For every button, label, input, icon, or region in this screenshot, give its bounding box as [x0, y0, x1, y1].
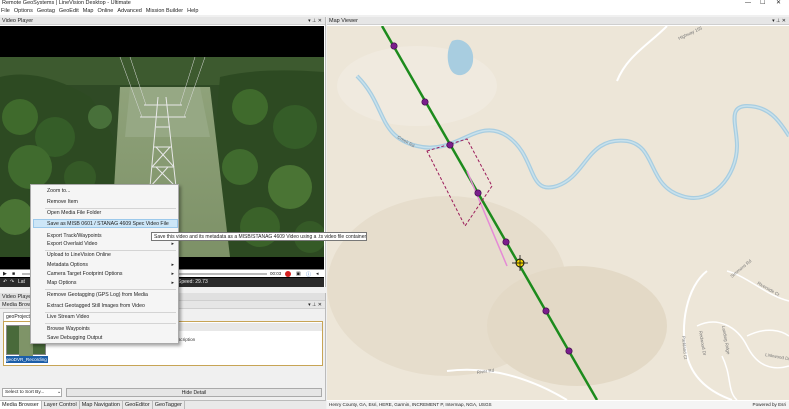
context-menu: Zoom to... Remove Item Open Media File F…	[30, 184, 179, 344]
menu-bar: File Options Geotag GeoEdit Map Online A…	[0, 7, 789, 15]
minimize-button[interactable]: —	[745, 0, 751, 7]
menu-item-remove-item[interactable]: Remove Item	[47, 199, 78, 205]
volume-icon[interactable]: ◂	[316, 271, 319, 277]
waypoint-icon[interactable]	[421, 98, 429, 106]
submenu-arrow-icon: ▸	[171, 262, 174, 268]
speed-readout: Speed: 29.73	[178, 279, 208, 285]
video-panel-header: Video Player ▾ ⊥ ✕	[0, 17, 325, 25]
video-time: 00:03	[270, 271, 282, 276]
menu-item-zoom-to[interactable]: Zoom to...	[47, 188, 70, 194]
map-attribution-bar: Henry County, GA, Esri, HERE, Garmin, IN…	[327, 401, 789, 409]
tooltip: Save this video and its metadata as a MI…	[151, 232, 367, 241]
hide-detail-button[interactable]: Hide Detail	[66, 388, 322, 397]
menu-map[interactable]: Map	[83, 7, 94, 15]
chevron-down-icon[interactable]: ⌄	[57, 389, 61, 395]
menu-item-export-overlaid[interactable]: Export Overlaid Video	[47, 241, 97, 247]
video-panel-title: Video Player	[2, 18, 34, 24]
menu-item-upload[interactable]: Upload to LineVision Online	[47, 252, 111, 258]
media-pin-icon[interactable]: ▾ ⊥ ✕	[308, 301, 322, 309]
waypoint-icon[interactable]	[446, 141, 454, 149]
menu-geoedit[interactable]: GeoEdit	[59, 7, 79, 15]
waypoint-icon[interactable]	[565, 347, 573, 355]
tab-geotagger[interactable]: GeoTagger	[153, 401, 185, 409]
menu-item-live-stream[interactable]: Live Stream Video	[47, 314, 89, 320]
menu-file[interactable]: File	[1, 7, 10, 15]
tab-map-navigation[interactable]: Map Navigation	[80, 401, 123, 409]
snapshot-icon[interactable]: ▣	[296, 271, 301, 277]
map-pin-icon[interactable]: ▾ ⊥ ✕	[772, 17, 786, 25]
bottom-tab-strip: Media Browser Layer Control Map Navigati…	[0, 400, 326, 409]
submenu-arrow-icon: ▸	[171, 280, 174, 286]
waypoint-icon[interactable]	[390, 42, 398, 50]
menu-item-metadata-options[interactable]: Metadata Options	[47, 262, 88, 268]
map-attribution: Henry County, GA, Esri, HERE, Garmin, IN…	[329, 402, 492, 407]
map-panel: Map Viewer ▾ ⊥ ✕ Highway 155 Creek Rd Ri…	[327, 17, 789, 409]
map-panel-header: Map Viewer ▾ ⊥ ✕	[327, 17, 789, 25]
title-bar: Remote GeoSystems | LineVision Desktop -…	[0, 0, 789, 7]
menu-options[interactable]: Options	[14, 7, 33, 15]
menu-item-open-folder[interactable]: Open Media File Folder	[47, 210, 101, 216]
waypoint-icon[interactable]	[542, 307, 550, 315]
menu-online[interactable]: Online	[97, 7, 113, 15]
redo-icon[interactable]: ↷	[10, 279, 14, 285]
lat-readout: Lat	[18, 279, 25, 285]
menu-advanced[interactable]: Advanced	[117, 7, 141, 15]
menu-help[interactable]: Help	[187, 7, 198, 15]
pin-icon[interactable]: ▾ ⊥ ✕	[308, 17, 322, 25]
powered-by-esri[interactable]: Powered by Esri	[753, 401, 786, 409]
menu-item-camera-target[interactable]: Camera Target Footprint Options	[47, 271, 122, 277]
video-letterbox-top	[0, 26, 324, 57]
submenu-arrow-icon: ▸	[171, 271, 174, 277]
map-panel-title: Map Viewer	[329, 18, 358, 24]
stop-icon[interactable]: ■	[12, 271, 15, 277]
tab-layer-control[interactable]: Layer Control	[42, 401, 80, 409]
play-icon[interactable]: ▶	[3, 271, 7, 277]
record-icon[interactable]	[285, 271, 291, 277]
map-canvas[interactable]: Highway 155 Creek Rd River Rd Simmons Rd…	[327, 26, 789, 400]
tab-geoeditor[interactable]: GeoEditor	[123, 401, 153, 409]
submenu-arrow-icon: ▸	[171, 241, 174, 247]
menu-item-export-track[interactable]: Export Track/Waypoints	[47, 233, 102, 239]
tab-media-browser[interactable]: Media Browser	[0, 401, 42, 409]
menu-geotag[interactable]: Geotag	[37, 7, 55, 15]
media-detail-header	[179, 323, 322, 331]
video-player-tab[interactable]: Video Player	[2, 294, 33, 300]
close-button[interactable]: ✕	[776, 0, 781, 7]
waypoint-icon[interactable]	[474, 189, 482, 197]
menu-item-map-options[interactable]: Map Options	[47, 280, 76, 286]
menu-item-save-debug[interactable]: Save Debugging Output	[47, 335, 102, 341]
info-icon[interactable]: ⓘ	[306, 271, 311, 278]
waypoint-icon[interactable]	[502, 238, 510, 246]
menu-mission-builder[interactable]: Mission Builder	[146, 7, 183, 15]
window-title: Remote GeoSystems | LineVision Desktop -…	[2, 0, 131, 6]
menu-item-extract-stills[interactable]: Extract Geotagged Still Images from Vide…	[47, 303, 145, 309]
sort-by-select[interactable]: Select to Sort By...	[2, 388, 62, 397]
undo-icon[interactable]: ↶	[3, 279, 7, 285]
media-item-label: geoDVR_Recording	[6, 356, 48, 363]
menu-item-remove-geotagging[interactable]: Remove Geotagging (GPS Log) from Media	[47, 292, 148, 298]
maximize-button[interactable]: ☐	[760, 0, 765, 7]
menu-item-save-misb[interactable]: Save as MISB 0601 / STANAG 4609 Spec Vid…	[47, 221, 169, 227]
menu-item-browse-waypoints[interactable]: Browse Waypoints	[47, 326, 90, 332]
